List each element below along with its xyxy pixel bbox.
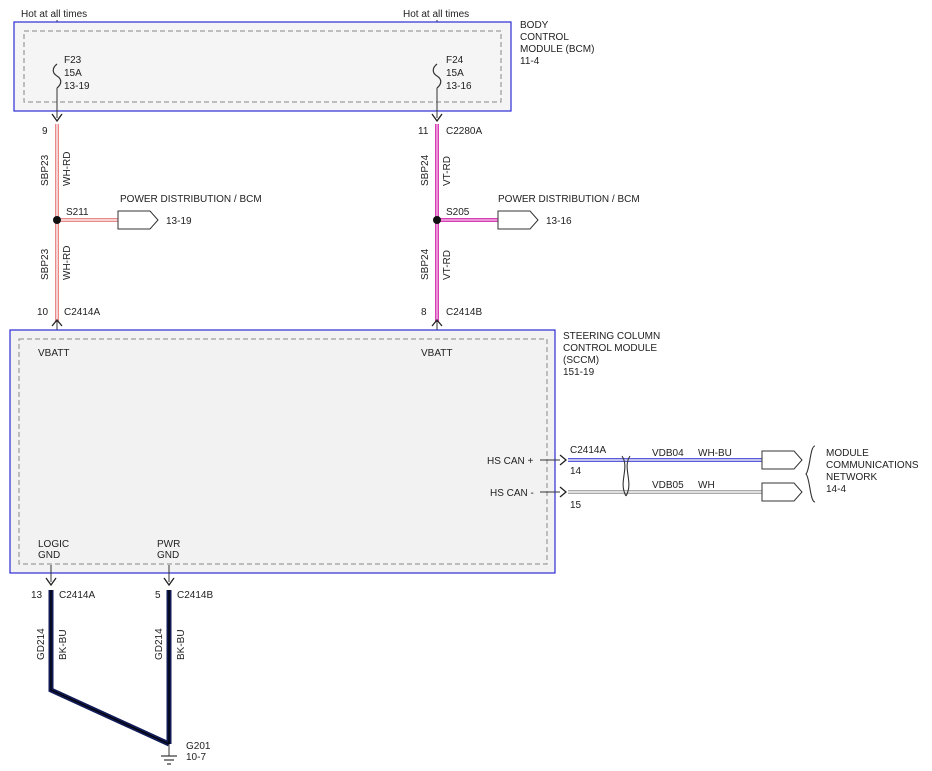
sccm-module: STEERING COLUMN CONTROL MODULE (SCCM) 15… bbox=[9, 329, 660, 574]
ground-circuit: 13 C2414A 5 C2414B GD214 BK-BU GD214 BK-… bbox=[31, 565, 213, 765]
gnd-pin-5: 5 bbox=[155, 590, 161, 601]
color-wh: WH bbox=[698, 480, 715, 491]
vbatt-left: VBATT bbox=[38, 348, 69, 359]
hot-label-left: Hot at all times bbox=[21, 9, 87, 20]
network-line3: NETWORK bbox=[826, 472, 877, 483]
hot-label-right: Hot at all times bbox=[403, 9, 469, 20]
bcm-title-line3: MODULE (BCM) bbox=[520, 44, 594, 55]
gnd-color-left: BK-BU bbox=[58, 629, 69, 660]
gnd-pin-13: 13 bbox=[31, 590, 43, 601]
conn-c2414a-top: C2414A bbox=[64, 307, 100, 318]
wiring-diagram: Hot at all times Hot at all times BODY C… bbox=[9, 9, 919, 765]
hs-can-bus: C2414A 14 15 VDB04 WH-BU VDB05 WH MODULE… bbox=[540, 445, 919, 511]
color-whrd-bottom: WH-RD bbox=[62, 246, 73, 280]
color-vtrd-top: VT-RD bbox=[442, 156, 453, 186]
brace-icon bbox=[805, 445, 816, 503]
conn-c2414b-top: C2414B bbox=[446, 307, 482, 318]
connector-arrow-icon bbox=[117, 210, 159, 230]
dest-ref-left: 13-19 bbox=[166, 216, 192, 227]
circuit-sbp23-top: SBP23 bbox=[40, 154, 51, 186]
bcm-title-line2: CONTROL bbox=[520, 32, 569, 43]
pin-9: 9 bbox=[42, 126, 48, 137]
logic-gnd-line1: LOGIC bbox=[38, 539, 69, 550]
logic-gnd-line2: GND bbox=[38, 550, 60, 561]
bcm-title-line1: BODY bbox=[520, 20, 549, 31]
ground-point-ref: 10-7 bbox=[186, 752, 206, 763]
pwr-gnd-line2: GND bbox=[157, 550, 179, 561]
connector-arrow-icon bbox=[761, 450, 803, 470]
splice-s211: S211 bbox=[66, 207, 89, 218]
pin-10: 10 bbox=[37, 307, 49, 318]
splice-dot bbox=[53, 216, 61, 224]
fuse-f24-ref: 13-16 bbox=[446, 81, 472, 92]
gnd-color-right: BK-BU bbox=[176, 629, 187, 660]
circuit-sbp24: 11 C2280A S205 SBP24 VT-RD SBP24 VT-RD P… bbox=[418, 124, 640, 322]
dest-label-right: POWER DISTRIBUTION / BCM bbox=[498, 194, 640, 205]
sccm-title-line1: STEERING COLUMN bbox=[563, 331, 660, 342]
color-whrd-top: WH-RD bbox=[62, 152, 73, 186]
connector-arrow-icon bbox=[497, 210, 539, 230]
fuse-f23-rating: 15A bbox=[64, 68, 82, 79]
splice-s205: S205 bbox=[446, 207, 470, 218]
color-vtrd-bottom: VT-RD bbox=[442, 250, 453, 280]
sccm-title-line2: CONTROL MODULE bbox=[563, 343, 657, 354]
gnd-circuit-right: GD214 bbox=[154, 628, 165, 660]
circuit-vdb04: VDB04 bbox=[652, 448, 684, 459]
dest-label-left: POWER DISTRIBUTION / BCM bbox=[120, 194, 262, 205]
pin-11: 11 bbox=[418, 126, 429, 137]
fuse-f23-name: F23 bbox=[64, 55, 82, 66]
fuse-f23-ref: 13-19 bbox=[64, 81, 90, 92]
can-pin-14: 14 bbox=[570, 466, 582, 477]
sccm-title-line4: 151-19 bbox=[563, 367, 595, 378]
network-line1: MODULE bbox=[826, 448, 869, 459]
ground-point: G201 bbox=[186, 741, 211, 752]
circuit-sbp23: 9 S211 SBP23 WH-RD SBP23 WH-RD POWER DIS… bbox=[37, 124, 262, 322]
network-line2: COMMUNICATIONS bbox=[826, 460, 919, 471]
gnd-conn-c2414a: C2414A bbox=[59, 590, 95, 601]
fuse-f24-rating: 15A bbox=[446, 68, 464, 79]
circuit-sbp24-top: SBP24 bbox=[420, 154, 431, 186]
pin-8: 8 bbox=[421, 307, 427, 318]
bcm-module: BODY CONTROL MODULE (BCM) 11-4 bbox=[13, 20, 594, 112]
can-pin-15: 15 bbox=[570, 500, 582, 511]
can-connector: C2414A bbox=[570, 445, 606, 456]
circuit-vdb05: VDB05 bbox=[652, 480, 684, 491]
gnd-conn-c2414b: C2414B bbox=[177, 590, 213, 601]
connector-arrow-icon bbox=[761, 482, 803, 502]
conn-c2280a: C2280A bbox=[446, 126, 482, 137]
hs-can-minus-label: HS CAN - bbox=[490, 488, 534, 499]
dest-ref-right: 13-16 bbox=[546, 216, 572, 227]
color-whbu: WH-BU bbox=[698, 448, 732, 459]
vbatt-right: VBATT bbox=[421, 348, 452, 359]
sccm-title-line3: (SCCM) bbox=[563, 355, 599, 366]
splice-dot bbox=[433, 216, 441, 224]
circuit-sbp24-bottom: SBP24 bbox=[420, 248, 431, 280]
gnd-circuit-left: GD214 bbox=[36, 628, 47, 660]
bcm-title-line4: 11-4 bbox=[520, 56, 540, 67]
circuit-sbp23-bottom: SBP23 bbox=[40, 248, 51, 280]
hs-can-plus-label: HS CAN + bbox=[487, 456, 534, 467]
fuse-f24-name: F24 bbox=[446, 55, 464, 66]
pwr-gnd-line1: PWR bbox=[157, 539, 180, 550]
network-line4: 14-4 bbox=[826, 484, 846, 495]
